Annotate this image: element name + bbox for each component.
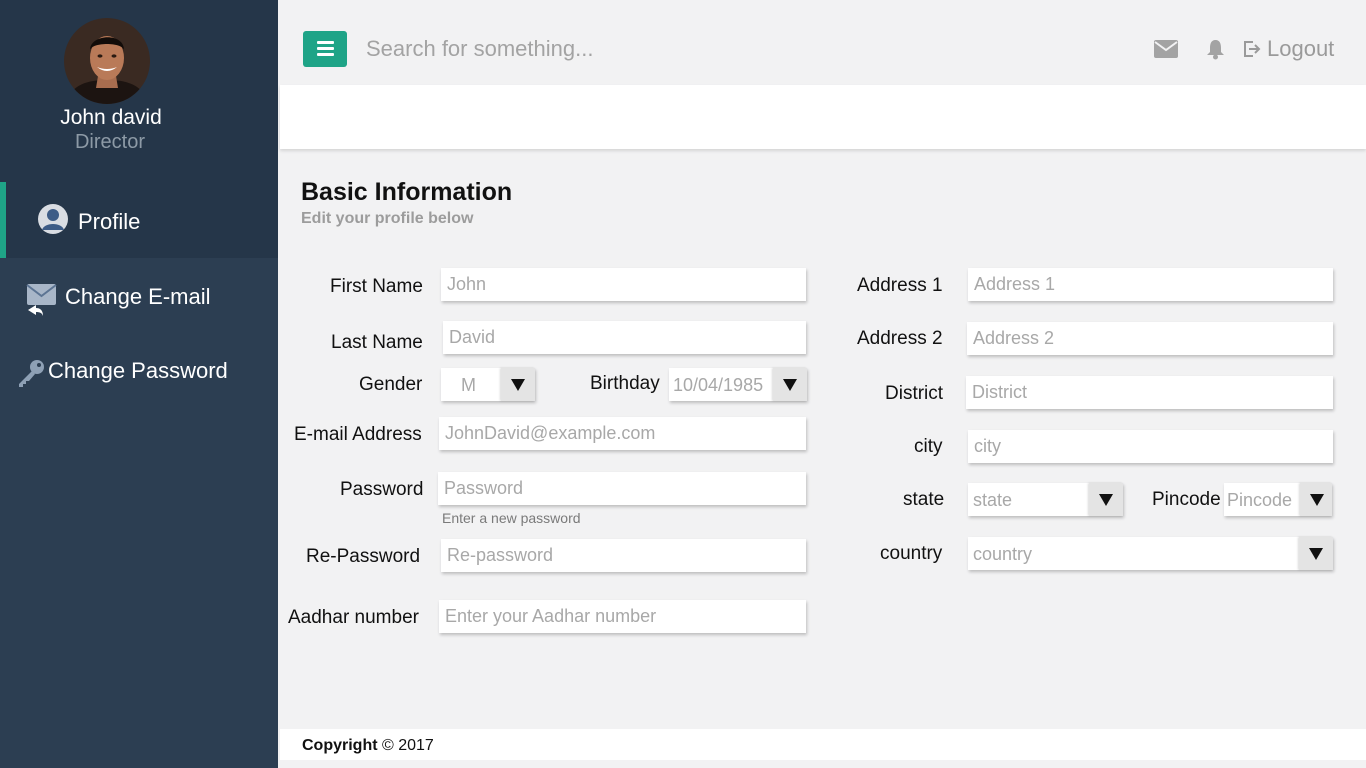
- chevron-down-icon: [1300, 483, 1332, 516]
- sidebar-item-label: Change E-mail: [65, 284, 211, 309]
- aadhar-label: Aadhar number: [288, 607, 419, 628]
- copyright-text: Copyright © 2017: [302, 737, 434, 755]
- page-subtitle: Edit your profile below: [301, 210, 474, 227]
- address2-label: Address 2: [857, 328, 943, 349]
- sidebar-item-label: Change Password: [48, 358, 228, 383]
- hamburger-icon-line: [317, 47, 334, 50]
- password-field[interactable]: [438, 472, 806, 505]
- copyright-year: © 2017: [382, 737, 434, 754]
- gender-select-value: M: [461, 375, 476, 395]
- menu-toggle-button[interactable]: [303, 31, 347, 67]
- email-label: E-mail Address: [294, 424, 422, 445]
- last-name-label: Last Name: [331, 332, 423, 353]
- sidebar-item-change-email[interactable]: Change E-mail: [0, 258, 278, 334]
- user-name: John david: [60, 106, 162, 129]
- hamburger-icon: [317, 41, 334, 44]
- address2-field[interactable]: [967, 322, 1333, 355]
- pincode-select[interactable]: Pincode: [1224, 483, 1332, 516]
- logout-label: Logout: [1267, 36, 1335, 61]
- gender-label: Gender: [359, 374, 423, 395]
- copyright-label: Copyright: [302, 737, 378, 754]
- sidebar-item-profile[interactable]: Profile: [0, 182, 278, 258]
- key-icon: [16, 358, 46, 393]
- logout-icon: [1243, 40, 1261, 63]
- email-field[interactable]: [439, 417, 806, 450]
- birthday-select[interactable]: 10/04/1985: [669, 368, 807, 401]
- pincode-select-value: Pincode: [1227, 490, 1293, 510]
- search-input[interactable]: [366, 30, 886, 68]
- page-title: Basic Information: [301, 178, 513, 206]
- address1-field[interactable]: [968, 268, 1333, 301]
- gender-select[interactable]: M: [441, 368, 535, 401]
- aadhar-field[interactable]: [439, 600, 806, 633]
- chevron-down-icon: [1089, 483, 1123, 516]
- hamburger-icon-line: [317, 53, 334, 56]
- city-label: city: [914, 436, 943, 457]
- envelope-reply-icon: [24, 282, 58, 321]
- state-select[interactable]: state: [968, 483, 1123, 516]
- chevron-down-icon: [1299, 537, 1333, 570]
- sidebar-item-label: Profile: [78, 209, 141, 234]
- district-field[interactable]: [966, 376, 1333, 409]
- country-select-value: country: [973, 544, 1033, 564]
- avatar[interactable]: [64, 18, 150, 104]
- pincode-label: Pincode: [1152, 489, 1221, 510]
- bell-icon[interactable]: [1206, 39, 1225, 65]
- birthday-label: Birthday: [590, 373, 660, 394]
- state-label: state: [903, 489, 945, 510]
- user-icon: [38, 204, 68, 239]
- first-name-label: First Name: [330, 276, 423, 297]
- envelope-icon[interactable]: [1154, 40, 1178, 63]
- profile-block: John david Director: [0, 0, 278, 182]
- repassword-label: Re-Password: [306, 546, 421, 567]
- district-label: District: [885, 383, 944, 404]
- state-select-value: state: [973, 490, 1013, 510]
- footer: Copyright © 2017: [280, 729, 1366, 760]
- password-hint: Enter a new password: [442, 510, 581, 526]
- city-field[interactable]: [968, 430, 1333, 463]
- password-label: Password: [340, 479, 424, 500]
- active-indicator: [0, 182, 6, 258]
- last-name-field[interactable]: [443, 321, 806, 354]
- address1-label: Address 1: [857, 275, 943, 296]
- chevron-down-icon: [773, 368, 807, 401]
- header-band: [280, 85, 1366, 149]
- topbar: Logout: [278, 0, 1366, 85]
- sidebar: John david Director Profile Change E-mai…: [0, 0, 278, 768]
- birthday-select-value: 10/04/1985: [673, 375, 764, 395]
- user-role: Director: [74, 131, 145, 153]
- sidebar-item-change-password[interactable]: Change Password: [0, 334, 278, 410]
- chevron-down-icon: [501, 368, 535, 401]
- country-select[interactable]: country: [968, 537, 1333, 570]
- first-name-field[interactable]: [441, 268, 806, 301]
- country-label: country: [880, 543, 943, 564]
- repassword-field[interactable]: [441, 539, 806, 572]
